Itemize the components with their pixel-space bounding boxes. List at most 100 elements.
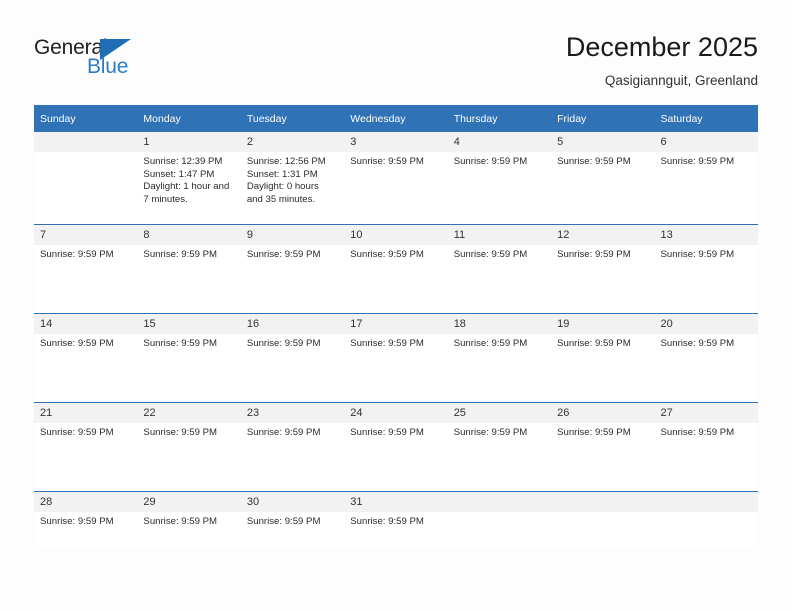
day-details: Sunrise: 9:59 PM xyxy=(344,334,447,351)
calendar-day-cell-12[interactable]: 12 Sunrise: 9:59 PM xyxy=(551,223,655,313)
day-details: Sunrise: 9:59 PM xyxy=(137,334,240,351)
day-number: 4 xyxy=(447,132,552,152)
day-details xyxy=(34,152,137,156)
calendar-week-row: 1 Sunrise: 12:39 PM Sunset: 1:47 PM Dayligh… xyxy=(34,132,758,224)
day-detail-line: Sunrise: 9:59 PM xyxy=(246,515,321,527)
calendar-day-cell-1[interactable]: 1 Sunrise: 12:39 PM Sunset: 1:47 PM Dayligh… xyxy=(137,132,241,224)
day-details: Sunrise: 9:59 PM xyxy=(34,245,137,262)
weekday-header-thursday: Thursday xyxy=(447,105,552,132)
calendar-day-cell-empty xyxy=(654,490,758,549)
day-details: Sunrise: 9:59 PM xyxy=(137,512,240,529)
day-details: Sunrise: 9:59 PM xyxy=(551,245,654,262)
calendar-day-cell-16[interactable]: 16 Sunrise: 9:59 PM xyxy=(240,312,345,402)
calendar-day-cell-15[interactable]: 15 Sunrise: 9:59 PM xyxy=(137,312,241,402)
calendar-day-cell-8[interactable]: 8 Sunrise: 9:59 PM xyxy=(137,223,241,313)
day-detail-line: Sunrise: 9:59 PM xyxy=(350,156,424,167)
day-number: 16 xyxy=(240,313,345,334)
day-detail-line: Sunset: 1:31 PM xyxy=(246,168,318,180)
day-details: Sunrise: 9:59 PM xyxy=(655,423,758,440)
calendar-day-cell-10[interactable]: 10 Sunrise: 9:59 PM xyxy=(344,223,448,313)
day-number: 21 xyxy=(34,402,138,423)
calendar-week-row: 7 Sunrise: 9:59 PM 8 Sunrise: 9:59 PM 9 Sunri… xyxy=(34,223,758,313)
calendar-day-cell-13[interactable]: 13 Sunrise: 9:59 PM xyxy=(654,223,758,313)
day-detail-line: Sunrise: 9:59 PM xyxy=(660,337,735,349)
calendar-day-cell-7[interactable]: 7 Sunrise: 9:59 PM xyxy=(34,223,138,313)
calendar-day-cell-11[interactable]: 11 Sunrise: 9:59 PM xyxy=(447,223,552,313)
day-details: Sunrise: 9:59 PM xyxy=(137,423,240,440)
day-detail-line: Sunrise: 9:59 PM xyxy=(660,426,735,438)
calendar-day-cell-22[interactable]: 22 Sunrise: 9:59 PM xyxy=(137,401,241,491)
day-number xyxy=(654,491,758,512)
calendar-day-cell-30[interactable]: 30 Sunrise: 9:59 PM xyxy=(240,490,345,549)
calendar-day-cell-4[interactable]: 4 Sunrise: 9:59 PM xyxy=(447,132,552,224)
day-number xyxy=(34,132,138,152)
calendar-day-cell-18[interactable]: 18 Sunrise: 9:59 PM xyxy=(447,312,552,402)
day-detail-line: Sunrise: 9:59 PM xyxy=(660,248,735,260)
day-details: Sunrise: 9:59 PM xyxy=(655,152,758,169)
calendar-day-cell-3[interactable]: 3 Sunrise: 9:59 PM xyxy=(344,132,448,224)
day-detail-line: Sunrise: 9:59 PM xyxy=(557,156,631,167)
calendar-day-cell-29[interactable]: 29 Sunrise: 9:59 PM xyxy=(137,490,241,549)
day-number: 1 xyxy=(137,132,241,152)
day-number: 17 xyxy=(344,313,448,334)
day-details: Sunrise: 9:59 PM xyxy=(241,245,344,262)
calendar-day-cell-6[interactable]: 6 Sunrise: 9:59 PM xyxy=(654,132,758,224)
day-detail-line: Sunrise: 9:59 PM xyxy=(143,248,218,260)
day-details: Sunrise: 12:39 PM Sunset: 1:47 PM Daylight… xyxy=(137,152,240,206)
day-detail-line: Sunrise: 9:59 PM xyxy=(143,426,218,438)
calendar-day-cell-empty xyxy=(34,132,138,224)
page-title: December 2025 xyxy=(565,32,758,62)
day-number: 31 xyxy=(344,491,448,512)
page-header: General Blue December 2025 Qasigiannguit… xyxy=(0,0,792,100)
day-number: 13 xyxy=(654,224,758,245)
day-details: Sunrise: 9:59 PM xyxy=(241,423,344,440)
calendar-day-cell-31[interactable]: 31 Sunrise: 9:59 PM xyxy=(344,490,448,549)
day-number: 20 xyxy=(654,313,758,334)
calendar-day-cell-2[interactable]: 2 Sunrise: 12:56 PM Sunset: 1:31 PM Dayligh… xyxy=(240,132,345,224)
weekday-header-wednesday: Wednesday xyxy=(344,105,448,132)
day-detail-line: Sunrise: 9:59 PM xyxy=(557,248,631,260)
calendar-day-cell-empty xyxy=(551,490,655,549)
day-details: Sunrise: 9:59 PM xyxy=(344,152,447,169)
calendar-day-cell-9[interactable]: 9 Sunrise: 9:59 PM xyxy=(240,223,345,313)
title-block: December 2025 Qasigiannguit, Greenland xyxy=(566,30,758,89)
calendar-day-cell-14[interactable]: 14 Sunrise: 9:59 PM xyxy=(34,312,138,402)
day-number: 26 xyxy=(551,402,655,423)
day-number: 3 xyxy=(344,132,448,152)
day-details: Sunrise: 9:59 PM xyxy=(448,245,551,262)
day-details: Sunrise: 9:59 PM xyxy=(551,334,654,351)
calendar-day-cell-20[interactable]: 20 Sunrise: 9:59 PM xyxy=(654,312,758,402)
day-details: Sunrise: 9:59 PM xyxy=(241,512,344,529)
brand-logo[interactable]: General Blue xyxy=(34,36,164,86)
calendar-day-cell-23[interactable]: 23 Sunrise: 9:59 PM xyxy=(240,401,345,491)
day-details xyxy=(551,512,654,516)
day-detail-line: Sunrise: 9:59 PM xyxy=(350,248,424,260)
day-detail-line: Sunrise: 9:59 PM xyxy=(453,248,528,260)
calendar-day-cell-27[interactable]: 27 Sunrise: 9:59 PM xyxy=(654,401,758,491)
day-detail-line: Sunrise: 9:59 PM xyxy=(143,515,218,527)
day-detail-line: Sunrise: 9:59 PM xyxy=(453,426,528,438)
calendar-day-cell-28[interactable]: 28 Sunrise: 9:59 PM xyxy=(34,490,138,549)
day-details: Sunrise: 9:59 PM xyxy=(655,334,758,351)
calendar-table: Sunday Monday Tuesday Wednesday Thursday Frid… xyxy=(34,105,758,549)
day-number: 29 xyxy=(137,491,241,512)
day-number: 18 xyxy=(447,313,552,334)
calendar-day-cell-26[interactable]: 26 Sunrise: 9:59 PM xyxy=(551,401,655,491)
calendar-day-cell-21[interactable]: 21 Sunrise: 9:59 PM xyxy=(34,401,138,491)
day-number xyxy=(551,491,655,512)
day-detail-line: Daylight: 0 hours and 35 minutes. xyxy=(246,181,319,205)
day-details: Sunrise: 9:59 PM xyxy=(241,334,344,351)
weekday-header-sunday: Sunday xyxy=(34,105,138,132)
calendar-day-cell-5[interactable]: 5 Sunrise: 9:59 PM xyxy=(551,132,655,224)
weekday-header-friday: Friday xyxy=(551,105,655,132)
calendar-day-cell-17[interactable]: 17 Sunrise: 9:59 PM xyxy=(344,312,448,402)
day-number: 6 xyxy=(654,132,758,152)
calendar-day-cell-19[interactable]: 19 Sunrise: 9:59 PM xyxy=(551,312,655,402)
calendar-day-cell-25[interactable]: 25 Sunrise: 9:59 PM xyxy=(447,401,552,491)
day-detail-line: Sunrise: 9:59 PM xyxy=(350,515,424,527)
day-detail-line: Sunset: 1:47 PM xyxy=(143,168,215,180)
calendar-week-row: 28 Sunrise: 9:59 PM 29 Sunrise: 9:59 PM 30 Su… xyxy=(34,490,758,549)
day-detail-line: Sunrise: 12:39 PM xyxy=(143,156,223,167)
calendar-day-cell-24[interactable]: 24 Sunrise: 9:59 PM xyxy=(344,401,448,491)
calendar-day-cell-empty xyxy=(447,490,552,549)
